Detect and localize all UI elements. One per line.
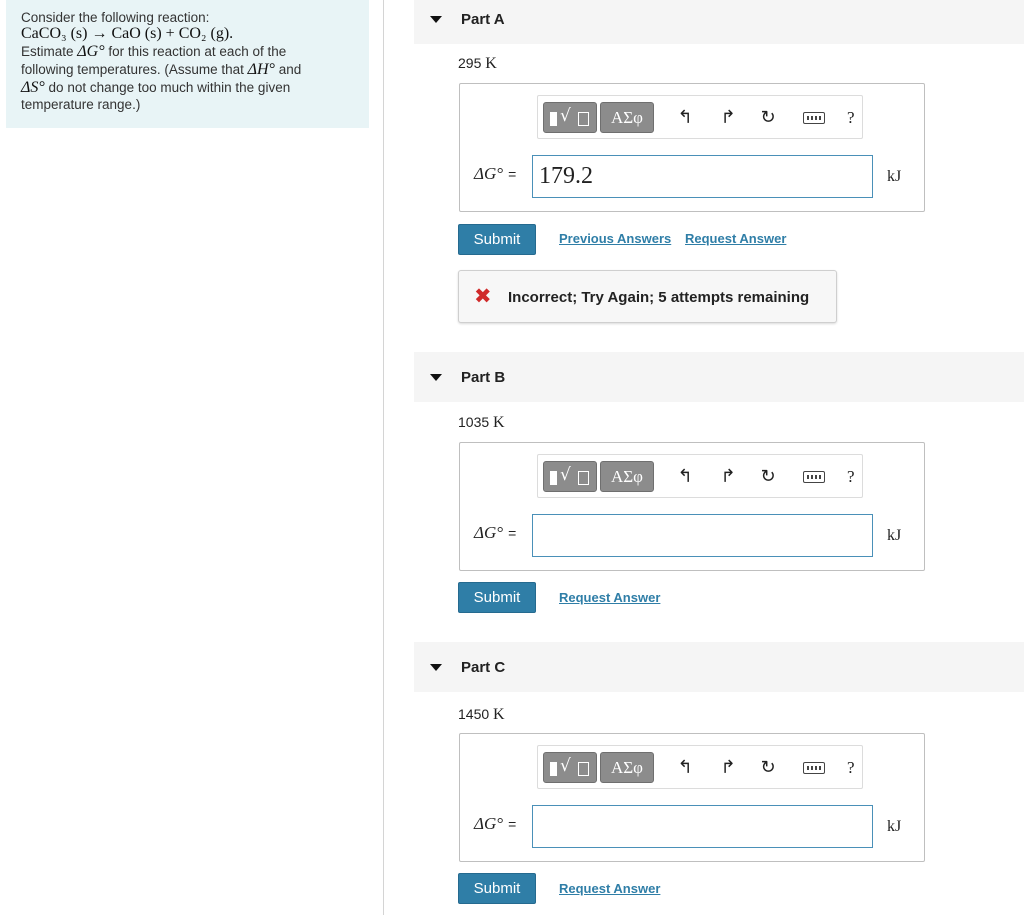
undo-icon[interactable]: ↰ <box>675 467 695 487</box>
block-icon <box>550 762 557 776</box>
delta-g-label: ΔG° = <box>474 164 517 183</box>
part-c-answer-box: √ ΑΣφ ↰ ↱ ↻ ? ΔG° = kJ <box>459 733 925 862</box>
part-a-request-answer-link[interactable]: Request Answer <box>685 231 786 246</box>
part-b-request-answer-link[interactable]: Request Answer <box>559 590 660 605</box>
part-c-temperature: 1450 K <box>458 706 505 723</box>
incorrect-feedback: ✖ Incorrect; Try Again; 5 attempts remai… <box>458 270 837 323</box>
answer-input[interactable] <box>532 514 873 557</box>
block-icon <box>550 471 557 485</box>
problem-line-4: temperature range.) <box>21 97 141 112</box>
greek-symbols-button[interactable]: ΑΣφ <box>600 461 654 492</box>
part-c-title: Part C <box>461 658 506 676</box>
part-a-temperature: 295 K <box>458 55 497 72</box>
math-toolbar: √ ΑΣφ ↰ ↱ ↻ ? <box>537 95 863 139</box>
part-b-temperature: 1035 K <box>458 414 505 431</box>
keyboard-icon[interactable] <box>803 471 825 483</box>
unit-label: kJ <box>887 818 902 835</box>
problem-line-2: following temperatures. (Assume that ΔH°… <box>21 61 302 78</box>
box-icon <box>578 112 589 126</box>
problem-line-1: Estimate ΔG° for this reaction at each o… <box>21 43 287 60</box>
collapse-caret-icon[interactable] <box>430 16 442 23</box>
part-a-submit-button[interactable]: Submit <box>458 224 536 255</box>
answer-input[interactable] <box>532 805 873 848</box>
help-button[interactable]: ? <box>847 108 861 128</box>
part-b-header[interactable]: Part B <box>414 352 1024 402</box>
help-button[interactable]: ? <box>847 467 861 487</box>
radical-icon: √ <box>560 756 571 776</box>
greek-symbols-button[interactable]: ΑΣφ <box>600 752 654 783</box>
part-c-request-answer-link[interactable]: Request Answer <box>559 881 660 896</box>
block-icon <box>550 112 557 126</box>
previous-answers-link[interactable]: Previous Answers <box>559 231 671 246</box>
math-toolbar: √ ΑΣφ ↰ ↱ ↻ ? <box>537 454 863 498</box>
templates-button[interactable]: √ <box>543 461 597 492</box>
column-divider <box>383 0 384 915</box>
part-c-header[interactable]: Part C <box>414 642 1024 692</box>
radical-icon: √ <box>560 106 571 126</box>
part-a-answer-box: √ ΑΣφ ↰ ↱ ↻ ? ΔG° = 179.2 kJ <box>459 83 925 212</box>
undo-icon[interactable]: ↰ <box>675 758 695 778</box>
part-b-submit-button[interactable]: Submit <box>458 582 536 613</box>
delta-g-label: ΔG° = <box>474 523 517 542</box>
feedback-message: Incorrect; Try Again; 5 attempts remaini… <box>508 289 810 306</box>
greek-symbols-button[interactable]: ΑΣφ <box>600 102 654 133</box>
part-a-title: Part A <box>461 10 505 28</box>
redo-icon[interactable]: ↱ <box>718 758 738 778</box>
box-icon <box>578 762 589 776</box>
reset-icon[interactable]: ↻ <box>758 108 778 128</box>
templates-button[interactable]: √ <box>543 752 597 783</box>
radical-icon: √ <box>560 465 571 485</box>
answer-input[interactable]: 179.2 <box>532 155 873 198</box>
keyboard-icon[interactable] <box>803 762 825 774</box>
math-toolbar: √ ΑΣφ ↰ ↱ ↻ ? <box>537 745 863 789</box>
templates-button[interactable]: √ <box>543 102 597 133</box>
reset-icon[interactable]: ↻ <box>758 758 778 778</box>
problem-intro: Consider the following reaction: <box>21 10 210 25</box>
part-b-answer-box: √ ΑΣφ ↰ ↱ ↻ ? ΔG° = kJ <box>459 442 925 571</box>
problem-statement: Consider the following reaction: CaCO₃ (… <box>6 0 369 128</box>
problem-line-3: ΔS° do not change too much within the gi… <box>21 79 291 96</box>
box-icon <box>578 471 589 485</box>
collapse-caret-icon[interactable] <box>430 664 442 671</box>
undo-icon[interactable]: ↰ <box>675 108 695 128</box>
part-b-title: Part B <box>461 368 506 386</box>
part-a-header[interactable]: Part A <box>414 0 1024 44</box>
redo-icon[interactable]: ↱ <box>718 108 738 128</box>
help-button[interactable]: ? <box>847 758 861 778</box>
part-c-submit-button[interactable]: Submit <box>458 873 536 904</box>
delta-g-label: ΔG° = <box>474 814 517 833</box>
error-x-icon: ✖ <box>474 284 492 308</box>
keyboard-icon[interactable] <box>803 112 825 124</box>
unit-label: kJ <box>887 527 902 544</box>
redo-icon[interactable]: ↱ <box>718 467 738 487</box>
unit-label: kJ <box>887 168 902 185</box>
reset-icon[interactable]: ↻ <box>758 467 778 487</box>
reaction-equation: CaCO₃ (s) → CaO (s) + CO₂ (g). <box>21 25 234 42</box>
collapse-caret-icon[interactable] <box>430 374 442 381</box>
